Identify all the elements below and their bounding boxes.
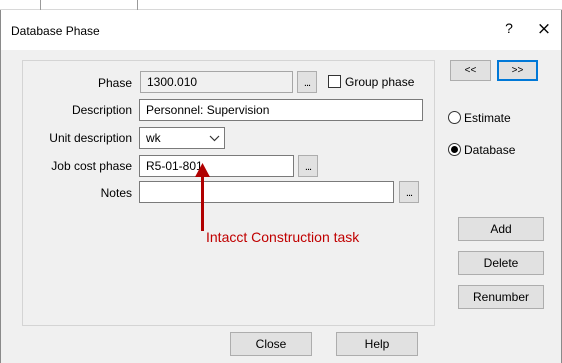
estimate-label: Estimate (464, 111, 511, 125)
group-phase-checkbox[interactable] (328, 75, 341, 88)
help-button[interactable]: Help (336, 332, 418, 356)
add-button[interactable]: Add (458, 217, 544, 241)
close-icon[interactable]: × (534, 19, 554, 39)
phase-field[interactable]: 1300.010 (140, 71, 293, 93)
previous-button[interactable]: << (450, 60, 491, 81)
description-field[interactable]: Personnel: Supervision (139, 99, 423, 121)
chevron-down-icon (209, 135, 220, 142)
help-icon[interactable]: ? (501, 20, 517, 36)
background-divider (40, 0, 41, 10)
background-divider (137, 0, 138, 10)
phase-label: Phase (97, 76, 132, 90)
notes-label: Notes (100, 186, 132, 200)
notes-field[interactable] (139, 181, 394, 203)
group-phase-label: Group phase (345, 75, 415, 89)
delete-button[interactable]: Delete (458, 251, 544, 275)
close-button[interactable]: Close (230, 332, 312, 356)
unit-description-value: wk (146, 131, 161, 145)
database-label: Database (464, 143, 516, 157)
job-cost-phase-label: Job cost phase (51, 159, 132, 173)
next-button[interactable]: >> (497, 60, 538, 81)
phase-browse-button[interactable]: ... (297, 71, 317, 93)
database-radio[interactable] (448, 143, 461, 156)
notes-browse-button[interactable]: ... (399, 181, 419, 203)
unit-description-label: Unit description (49, 131, 132, 145)
background-strip (0, 0, 562, 10)
description-label: Description (71, 103, 132, 117)
annotation-arrow-shaft (201, 173, 204, 231)
renumber-button[interactable]: Renumber (458, 285, 544, 309)
job-cost-phase-field[interactable]: R5-01-801 (139, 155, 294, 177)
annotation-text: Intacct Construction task (206, 229, 360, 245)
job-cost-phase-browse-button[interactable]: ... (298, 155, 318, 177)
estimate-radio[interactable] (448, 111, 461, 124)
dialog-title: Database Phase (11, 24, 100, 38)
